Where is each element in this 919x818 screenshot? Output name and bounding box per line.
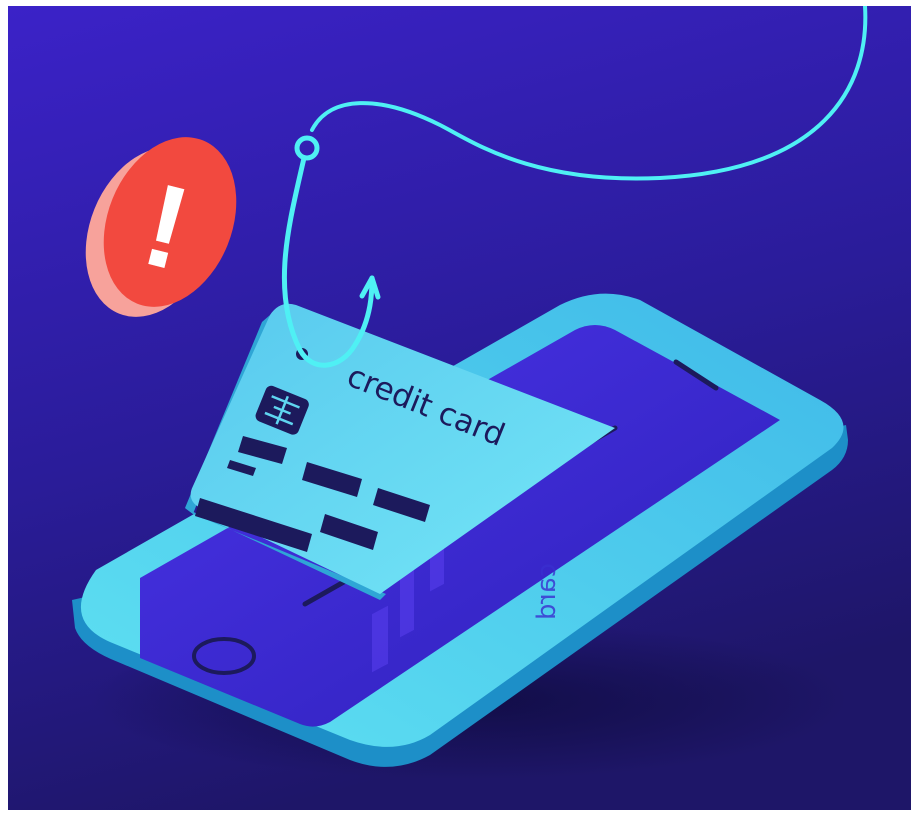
reflection-label: card: [532, 563, 562, 620]
illustration-canvas: card credit card !: [0, 0, 919, 818]
phishing-illustration: card credit card !: [0, 0, 919, 818]
